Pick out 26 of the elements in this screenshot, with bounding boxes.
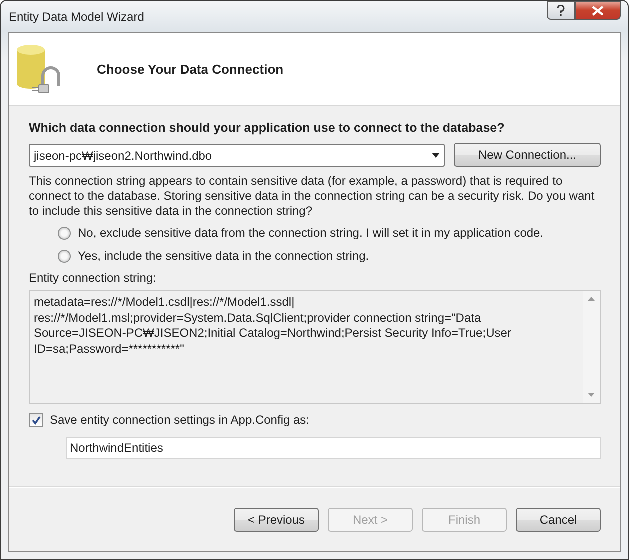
radio-button[interactable] bbox=[58, 250, 71, 262]
connection-string-text: metadata=res://*/Model1.csdl|res://*/Model1.ssdl| res://*/Model1.msl;provider=System.Data.SqlClient;provider connection string="Data Source=JISEON-PC₩JISEON2;Initial Catalog=Northwind;Persist Security Info=True;User ID=sa;Password=***********" bbox=[33, 294, 512, 358]
connection-dropdown[interactable]: jiseon-pc₩jiseon2.Northwind.dbo bbox=[29, 144, 445, 167]
sensitive-data-notice: This connection string appears to contain sensitive data (for example, a password) that is required to connect to the database. Storing sensitive data in the connection string can be a security risk. Do you want to include this sensitive data in the connection string? bbox=[29, 174, 596, 219]
window-title: Entity Data Model Wizard bbox=[8, 10, 144, 24]
help-button[interactable] bbox=[547, 1, 575, 20]
wizard-button[interactable]: < Previous bbox=[234, 508, 319, 532]
scrollbar[interactable] bbox=[583, 291, 600, 403]
entity-string-label: Entity connection string: bbox=[29, 271, 158, 285]
page-title: Choose Your Data Connection bbox=[97, 62, 284, 76]
close-button[interactable] bbox=[575, 1, 621, 20]
connection-question: Which data connection should your application use to connect to the database? bbox=[29, 121, 506, 135]
dropdown-arrow-icon bbox=[432, 153, 440, 158]
save-settings-label: Save entity connection settings in App.Config as: bbox=[50, 413, 310, 427]
radio-label: Yes, include the sensitive data in the connection string. bbox=[78, 249, 370, 263]
help-icon bbox=[557, 4, 565, 16]
connection-string-box[interactable] bbox=[29, 290, 601, 404]
entity-name-field[interactable]: NorthwindEntities bbox=[66, 437, 601, 459]
scroll-up-icon bbox=[588, 297, 595, 301]
close-icon bbox=[592, 6, 604, 16]
new-connection-button[interactable]: New Connection... bbox=[454, 143, 601, 167]
save-settings-checkbox[interactable] bbox=[29, 413, 43, 427]
wizard-button[interactable]: Cancel bbox=[516, 508, 601, 532]
radio-label: No, exclude sensitive data from the connection string. I will set it in my application code. bbox=[78, 226, 544, 240]
scroll-down-icon bbox=[588, 393, 595, 397]
radio-button[interactable] bbox=[58, 226, 71, 240]
